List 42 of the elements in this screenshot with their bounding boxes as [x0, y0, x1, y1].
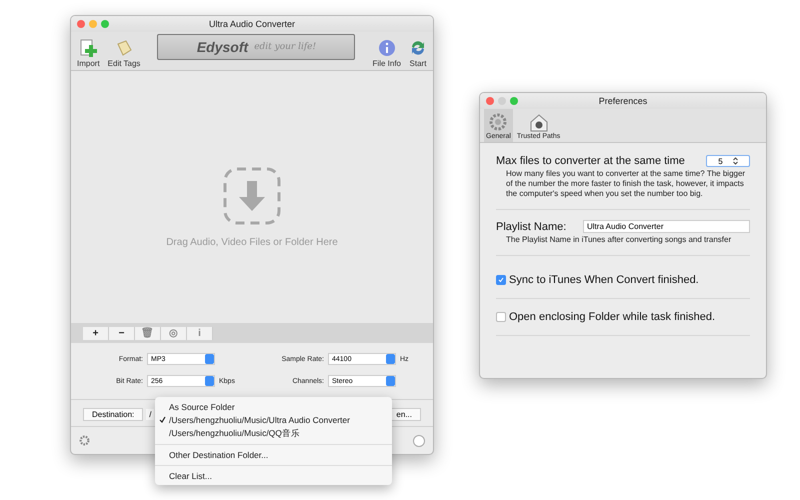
checkbox-label: Sync to iTunes When Convert finished.: [509, 274, 699, 286]
checkmark-icon: [159, 416, 166, 423]
toolbar-button[interactable]: Import: [75, 39, 102, 68]
minimize-button[interactable]: [89, 20, 97, 28]
gear-icon[interactable]: [79, 435, 90, 446]
destination-button[interactable]: Destination:: [83, 408, 144, 420]
checkbox[interactable]: [496, 312, 506, 322]
playlist-name-field[interactable]: Ultra Audio Converter: [583, 220, 750, 233]
help-button[interactable]: [413, 434, 425, 446]
tag-icon: [115, 39, 134, 57]
setting-label: Playlist Name:: [496, 220, 566, 232]
close-button[interactable]: [77, 20, 85, 28]
checkbox-label: Open enclosing Folder while task finished.: [509, 311, 716, 323]
window-title: Ultra Audio Converter: [208, 19, 296, 29]
gear-icon: [488, 112, 508, 132]
close-button[interactable]: [486, 97, 494, 105]
list-button[interactable]: +: [83, 326, 109, 340]
help-text: The Playlist Name in iTunes after converting songs and transfer: [506, 235, 732, 245]
number-stepper[interactable]: 5: [706, 155, 750, 167]
stepper-arrows-icon: [732, 157, 738, 165]
drop-hint: Drag Audio, Video Files or Folder Here: [166, 236, 338, 248]
menu-item[interactable]: Other Destination Folder...: [155, 444, 392, 462]
toolbar-button[interactable]: Start: [407, 39, 429, 68]
list-button[interactable]: −: [109, 326, 135, 340]
zoom-button[interactable]: [510, 97, 518, 105]
brand-name: Edysoft: [196, 39, 248, 55]
help-text: How many files you want to converter at the same time? The bigger of the number the more faster to finish the task, however, it impacts the computer's speed when you set the number too big.: [506, 169, 746, 199]
destination-field[interactable]: /: [146, 408, 154, 420]
toolbar-button[interactable]: Edit Tags: [106, 39, 142, 68]
checkbox[interactable]: [496, 275, 506, 285]
download-icon: [223, 166, 281, 224]
zoom-button[interactable]: [101, 20, 109, 28]
menu-item[interactable]: Clear List...: [155, 464, 392, 482]
slogan: edit your life!: [254, 42, 316, 52]
info-icon: [378, 39, 396, 57]
window-title: Preferences: [598, 96, 648, 106]
refresh-icon: [409, 39, 427, 57]
house-icon: [530, 114, 548, 132]
menu-item[interactable]: /Users/hengzhuoliu/Music/QQ音乐: [155, 426, 392, 441]
toolbar-button[interactable]: File Info: [370, 39, 403, 68]
setting-label: Max files to converter at the same time: [496, 155, 685, 167]
document-plus-icon: [79, 39, 98, 57]
